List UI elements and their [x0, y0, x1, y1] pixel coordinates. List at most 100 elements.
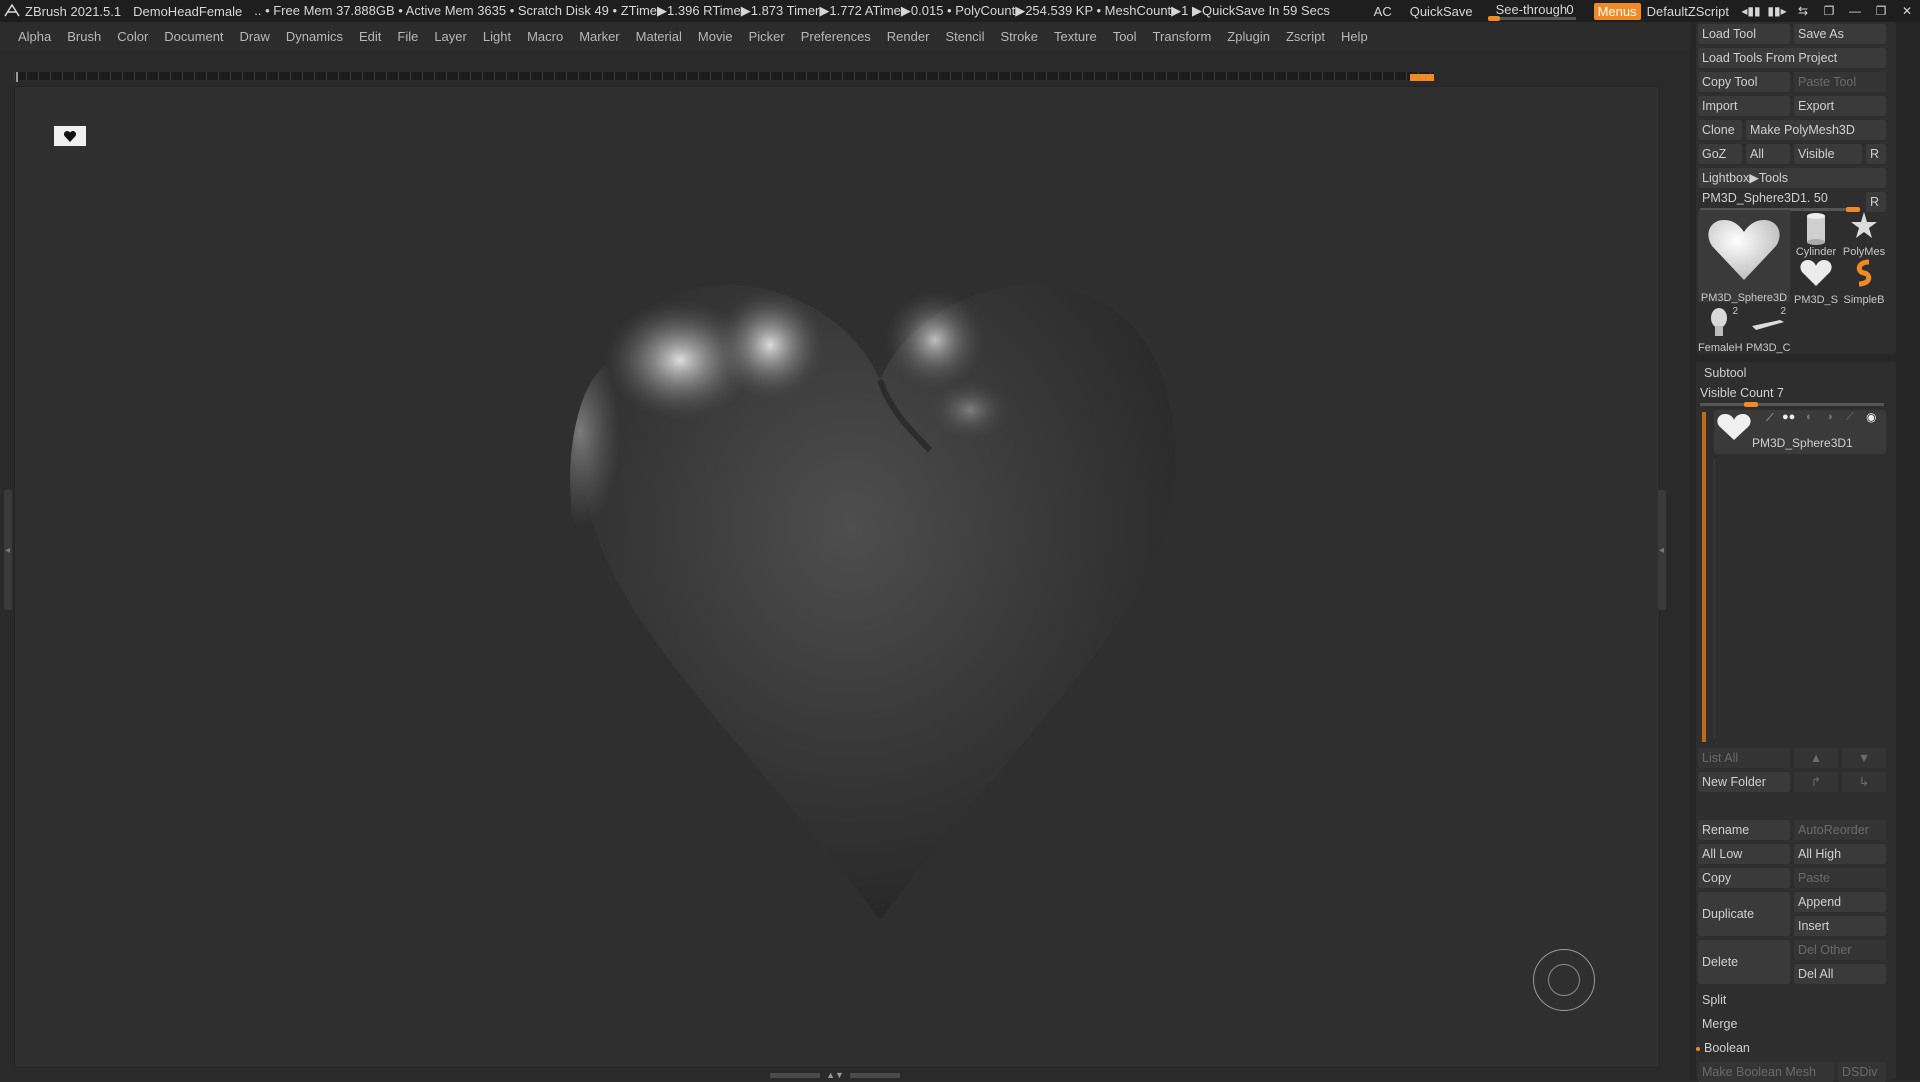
menu-stencil[interactable]: Stencil [945, 29, 984, 44]
see-through-slider[interactable]: See-through 0 [1487, 0, 1576, 22]
del-all-button[interactable]: Del All [1794, 964, 1886, 984]
tool-r-button[interactable]: R [1866, 192, 1886, 212]
menu-zscript[interactable]: Zscript [1286, 29, 1325, 44]
see-through-knob[interactable] [1487, 16, 1500, 21]
visible-count-track[interactable] [1700, 403, 1884, 406]
split-menu-button[interactable]: Split [1698, 990, 1886, 1010]
heart-model-3d[interactable] [560, 250, 1200, 930]
menu-picker[interactable]: Picker [749, 29, 785, 44]
goz-r-button[interactable]: R [1866, 144, 1886, 164]
menu-draw[interactable]: Draw [240, 29, 270, 44]
menu-render[interactable]: Render [887, 29, 930, 44]
quicksave-button[interactable]: QuickSave [1410, 4, 1473, 19]
tool-thumb-pm3d-s[interactable]: PM3D_S [1794, 258, 1838, 306]
tool-thumb-cylinder[interactable]: Cylinder [1794, 210, 1838, 258]
menu-brush[interactable]: Brush [67, 29, 101, 44]
menu-layer[interactable]: Layer [434, 29, 467, 44]
subtool-visibility-eye-icon[interactable]: ◉ [1866, 410, 1876, 424]
subtool-brush-icon[interactable]: ⟋ [1766, 412, 1774, 425]
ac-toggle[interactable]: AC [1374, 4, 1392, 19]
subtool-edit-icon[interactable]: ⟋ [1846, 411, 1854, 424]
tool-thumb-pm3d-c[interactable]: 2 PM3D_C [1746, 306, 1790, 354]
copy-tool-button[interactable]: Copy Tool [1698, 72, 1790, 92]
insert-button[interactable]: Insert [1794, 916, 1886, 936]
menu-color[interactable]: Color [117, 29, 148, 44]
left-tray-arrow-icon[interactable]: ◂ [5, 545, 10, 556]
all-high-button[interactable]: All High [1794, 844, 1886, 864]
navigation-gizmo[interactable] [1533, 949, 1595, 1011]
default-zscript-button[interactable]: DefaultZScript [1647, 4, 1729, 19]
menu-preferences[interactable]: Preferences [801, 29, 871, 44]
paste-subtool-button[interactable]: Paste [1794, 868, 1886, 888]
lightbox-tools-button[interactable]: Lightbox▶Tools [1698, 168, 1886, 188]
all-low-button[interactable]: All Low [1698, 844, 1790, 864]
list-all-button[interactable]: List All [1698, 748, 1790, 768]
subtool-polyframe-icon[interactable]: ●● [1782, 411, 1795, 423]
import-button[interactable]: Import [1698, 96, 1790, 116]
tool-thumb-pm3d-sphere3d[interactable]: PM3D_Sphere3D [1698, 210, 1790, 304]
swap-layout-icon[interactable]: ⇆ [1790, 4, 1816, 18]
windows-layout-icon[interactable]: ❐ [1816, 4, 1842, 18]
clone-button[interactable]: Clone [1698, 120, 1742, 140]
menu-document[interactable]: Document [164, 29, 223, 44]
copy-subtool-button[interactable]: Copy [1698, 868, 1790, 888]
export-button[interactable]: Export [1794, 96, 1886, 116]
menu-movie[interactable]: Movie [698, 29, 733, 44]
right-tray-arrow-icon[interactable]: ◂ [1659, 545, 1664, 556]
menu-tool[interactable]: Tool [1113, 29, 1137, 44]
new-folder-button[interactable]: New Folder [1698, 772, 1790, 792]
layout-left-icon[interactable]: ◂▮▮ [1738, 4, 1764, 18]
timeline-position-marker[interactable] [1410, 74, 1434, 81]
merge-menu-button[interactable]: Merge [1698, 1014, 1886, 1034]
tool-thumb-femalehead[interactable]: 2 FemaleH [1698, 306, 1742, 354]
subtool-title[interactable]: Subtool [1704, 366, 1746, 380]
move-up-arrow-icon[interactable]: ▲ [1794, 748, 1838, 768]
subtool-scrollbar[interactable] [1702, 412, 1706, 742]
folder-up-icon[interactable]: ↱ [1794, 772, 1838, 792]
delete-button[interactable]: Delete [1698, 940, 1790, 984]
menu-light[interactable]: Light [483, 29, 511, 44]
subtool-lock-icon[interactable]: ◑ [1826, 411, 1833, 423]
boolean-menu-button[interactable]: Boolean [1700, 1038, 1886, 1058]
menu-dynamics[interactable]: Dynamics [286, 29, 343, 44]
paste-tool-button[interactable]: Paste Tool [1794, 72, 1886, 92]
minimize-icon[interactable]: — [1842, 4, 1868, 18]
menu-edit[interactable]: Edit [359, 29, 381, 44]
duplicate-button[interactable]: Duplicate [1698, 892, 1790, 936]
timeline-start-marker[interactable] [16, 72, 18, 82]
folder-down-icon[interactable]: ↳ [1842, 772, 1886, 792]
menu-zplugin[interactable]: Zplugin [1227, 29, 1270, 44]
tool-thumb-simplebrush[interactable]: SimpleB [1842, 258, 1886, 306]
load-tools-from-project-button[interactable]: Load Tools From Project [1698, 48, 1886, 68]
menu-alpha[interactable]: Alpha [18, 29, 51, 44]
goz-all-button[interactable]: All [1746, 144, 1790, 164]
menu-material[interactable]: Material [636, 29, 682, 44]
make-boolean-mesh-button[interactable]: Make Boolean Mesh [1698, 1062, 1834, 1082]
autoreorder-button[interactable]: AutoReorder [1794, 820, 1886, 840]
dsdiv-button[interactable]: DSDiv [1838, 1062, 1886, 1082]
subtool-item-pm3d-sphere3d1[interactable]: ⟋ ●● ◐ ◑ ⟋ ◉ PM3D_Sphere3D1 [1714, 410, 1886, 454]
menu-texture[interactable]: Texture [1054, 29, 1097, 44]
bottom-tray-handle[interactable]: ▲▼ [770, 1070, 900, 1080]
goz-visible-button[interactable]: Visible [1794, 144, 1862, 164]
menu-transform[interactable]: Transform [1153, 29, 1212, 44]
make-polymesh3d-button[interactable]: Make PolyMesh3D [1746, 120, 1886, 140]
menu-help[interactable]: Help [1341, 29, 1368, 44]
menus-toggle-button[interactable]: Menus [1593, 2, 1641, 20]
load-tool-button[interactable]: Load Tool [1698, 24, 1790, 44]
bottom-tray-arrow-icon[interactable]: ▲▼ [826, 1070, 844, 1080]
tool-thumb-polymesh[interactable]: PolyMes [1842, 210, 1886, 258]
save-as-button[interactable]: Save As [1794, 24, 1886, 44]
move-down-arrow-icon[interactable]: ▼ [1842, 748, 1886, 768]
menu-marker[interactable]: Marker [579, 29, 619, 44]
timeline-track[interactable] [14, 72, 1434, 80]
rename-button[interactable]: Rename [1698, 820, 1790, 840]
layout-right-icon[interactable]: ▮▮▸ [1764, 4, 1790, 18]
close-icon[interactable]: ✕ [1894, 4, 1920, 18]
goz-button[interactable]: GoZ [1698, 144, 1742, 164]
del-other-button[interactable]: Del Other [1794, 940, 1886, 960]
menu-file[interactable]: File [397, 29, 418, 44]
append-button[interactable]: Append [1794, 892, 1886, 912]
subtool-solo-icon[interactable]: ◐ [1806, 411, 1813, 423]
restore-icon[interactable]: ❐ [1868, 4, 1894, 18]
